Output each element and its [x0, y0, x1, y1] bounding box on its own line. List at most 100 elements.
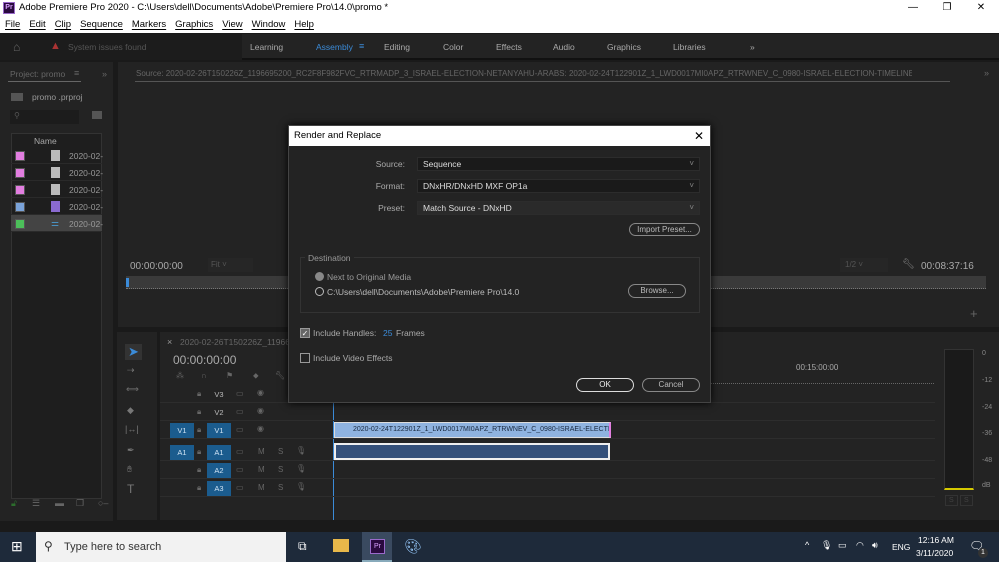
- solo-right-button[interactable]: S: [960, 495, 973, 506]
- snap-icon[interactable]: ∩: [201, 371, 207, 380]
- expand-icon[interactable]: »: [102, 69, 107, 79]
- file-explorer-icon[interactable]: [333, 539, 349, 552]
- eye-icon[interactable]: ◉: [257, 388, 264, 397]
- track-label[interactable]: V1: [207, 423, 231, 438]
- menu-sequence[interactable]: Sequence: [80, 19, 123, 30]
- tab-graphics[interactable]: Graphics: [607, 42, 641, 52]
- source-tab[interactable]: Source: 2020-02-26T150226Z_1196695200_RC…: [136, 69, 912, 78]
- solo-left-button[interactable]: S: [945, 495, 958, 506]
- project-tab[interactable]: Project: promo: [10, 69, 65, 79]
- track-label[interactable]: A1: [207, 445, 231, 460]
- ok-button[interactable]: OK: [576, 378, 634, 392]
- ripple-edit-icon[interactable]: ⟺: [126, 384, 139, 395]
- language-indicator[interactable]: ENG: [892, 542, 910, 552]
- expand-icon[interactable]: »: [984, 68, 989, 78]
- source-timecode[interactable]: 00:00:00:00: [130, 261, 183, 272]
- lock-icon[interactable]: 🔒︎: [197, 389, 201, 399]
- next-to-original-radio[interactable]: [315, 272, 324, 281]
- menu-graphics[interactable]: Graphics: [175, 19, 213, 30]
- mute-button[interactable]: M: [258, 465, 265, 474]
- tab-color[interactable]: Color: [443, 42, 463, 52]
- nest-icon[interactable]: ⁂: [176, 371, 184, 380]
- list-item[interactable]: 2020-02-: [11, 164, 103, 181]
- handles-frames-input[interactable]: 25: [383, 328, 392, 338]
- tray-chevron-icon[interactable]: ^: [805, 540, 809, 550]
- sync-lock-icon[interactable]: ▭: [236, 483, 244, 492]
- task-view-icon[interactable]: ⧉: [298, 539, 307, 554]
- clock-date[interactable]: 3/11/2020: [916, 548, 953, 558]
- menu-help[interactable]: Help: [294, 19, 314, 30]
- zoom-slider[interactable]: ○–: [98, 498, 108, 508]
- dialog-close-icon[interactable]: ✕: [694, 126, 704, 146]
- lock-icon[interactable]: 🔒︎: [197, 483, 201, 493]
- microphone-icon[interactable]: 🎙︎: [821, 540, 832, 551]
- lock-icon[interactable]: 🔒︎: [197, 425, 201, 435]
- source-patch-a1[interactable]: A1: [170, 445, 194, 460]
- settings-wrench-icon[interactable]: 🔧︎: [275, 371, 285, 380]
- sync-lock-icon[interactable]: ▭: [236, 425, 244, 434]
- close-button[interactable]: ✕: [966, 0, 996, 15]
- pen-icon[interactable]: ✒: [127, 445, 135, 456]
- slip-icon[interactable]: |↔|: [125, 424, 139, 434]
- column-name[interactable]: Name: [34, 136, 57, 146]
- icon-view-icon[interactable]: ▬: [55, 498, 64, 508]
- solo-button[interactable]: S: [278, 483, 283, 492]
- selection-tool-icon[interactable]: ➤: [125, 344, 142, 360]
- tab-effects[interactable]: Effects: [496, 42, 522, 52]
- workspace-menu-icon[interactable]: ≡: [359, 41, 364, 51]
- mic-icon[interactable]: 🎙︎: [296, 446, 306, 455]
- tab-audio[interactable]: Audio: [553, 42, 575, 52]
- menu-file[interactable]: File: [5, 19, 20, 30]
- timeline-timecode[interactable]: 00:00:00:00: [173, 353, 236, 367]
- menu-markers[interactable]: Markers: [132, 19, 166, 30]
- wifi-icon[interactable]: ◠: [856, 540, 864, 551]
- sync-lock-icon[interactable]: ▭: [236, 465, 244, 474]
- new-bin-icon[interactable]: [92, 111, 102, 119]
- mic-icon[interactable]: 🎙︎: [296, 464, 306, 473]
- clock-time[interactable]: 12:16 AM: [918, 535, 954, 545]
- freeform-view-icon[interactable]: ❐: [76, 498, 84, 509]
- eye-icon[interactable]: ◉: [257, 406, 264, 415]
- sync-lock-icon[interactable]: ▭: [236, 389, 244, 398]
- type-tool-icon[interactable]: T: [127, 482, 134, 496]
- playhead[interactable]: [126, 278, 129, 287]
- track-label[interactable]: V3: [207, 387, 231, 402]
- volume-icon[interactable]: 🔊︎: [872, 540, 878, 551]
- custom-path-radio[interactable]: [315, 287, 324, 296]
- menu-edit[interactable]: Edit: [29, 19, 45, 30]
- premiere-taskbar-button[interactable]: Pr: [362, 532, 392, 562]
- browse-button[interactable]: Browse...: [628, 284, 686, 298]
- menu-view[interactable]: View: [222, 19, 242, 30]
- mute-button[interactable]: M: [258, 447, 265, 456]
- panel-menu-icon[interactable]: ≡: [74, 68, 79, 78]
- include-video-effects-checkbox[interactable]: [300, 353, 310, 363]
- menu-clip[interactable]: Clip: [55, 19, 71, 30]
- lock-icon[interactable]: 🔒︎: [197, 465, 201, 475]
- taskbar-search-input[interactable]: ⚲ Type here to search: [36, 532, 286, 562]
- list-view-icon[interactable]: ☰: [32, 498, 40, 509]
- cancel-button[interactable]: Cancel: [642, 378, 700, 392]
- add-marker-icon[interactable]: ⬥: [253, 371, 259, 381]
- lock-icon[interactable]: 🔒︎: [197, 407, 201, 417]
- battery-icon[interactable]: ▭: [838, 540, 847, 551]
- list-item[interactable]: ⚌ 2020-02-: [11, 215, 103, 232]
- mute-button[interactable]: M: [258, 483, 265, 492]
- source-patch-v1[interactable]: V1: [170, 423, 194, 438]
- menu-window[interactable]: Window: [252, 19, 286, 30]
- razor-icon[interactable]: ◆: [127, 405, 134, 416]
- preset-dropdown[interactable]: Match Source - DNxHD ˅: [417, 201, 700, 215]
- timeline-tab[interactable]: 2020-02-26T150226Z_119669: [180, 337, 295, 347]
- more-workspaces-icon[interactable]: »: [750, 42, 755, 52]
- import-preset-button[interactable]: Import Preset...: [629, 223, 700, 236]
- video-clip[interactable]: 2020-02-24T122901Z_1_LWD0017MI0APZ_RTRWN…: [334, 422, 611, 438]
- format-dropdown[interactable]: DNxHR/DNxHD MXF OP1a ˅: [417, 179, 700, 193]
- solo-button[interactable]: S: [278, 447, 283, 456]
- close-tab-icon[interactable]: ×: [167, 337, 172, 347]
- track-label[interactable]: A3: [207, 481, 231, 496]
- maximize-button[interactable]: ❐: [932, 0, 962, 15]
- mic-icon[interactable]: 🎙︎: [296, 482, 306, 491]
- source-dropdown[interactable]: Sequence ˅: [417, 157, 700, 171]
- resolution-dropdown[interactable]: 1/2 ˅: [840, 258, 888, 272]
- lock-icon[interactable]: 🔒︎: [197, 447, 201, 457]
- folder-up-icon[interactable]: [11, 93, 23, 101]
